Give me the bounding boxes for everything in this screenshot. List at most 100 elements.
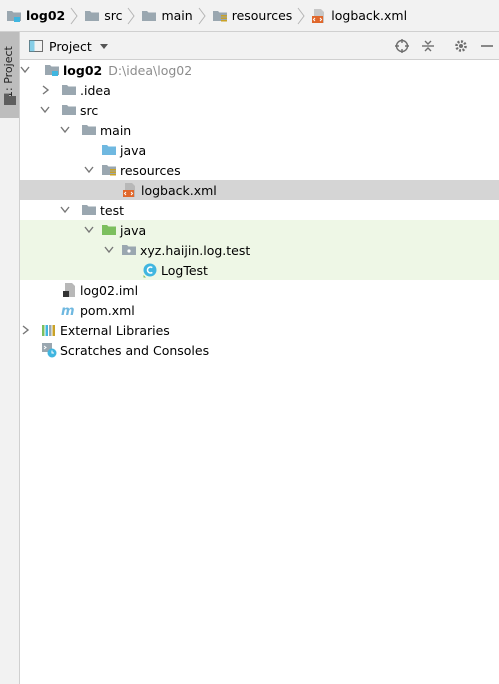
package-icon [122,245,136,255]
root-label: log02 [63,62,103,78]
iml-label: log02.iml [80,282,139,298]
module-folder-icon [45,65,59,76]
tree-row-src[interactable]: src [20,100,499,120]
tree-row-logtest[interactable]: LogTest [20,260,499,280]
breadcrumb-item-resources[interactable]: resources [212,0,293,32]
maven-icon: m [61,304,75,318]
scratches-label: Scratches and Consoles [60,342,210,358]
project-view-icon [29,40,43,52]
project-tool-window-tab[interactable]: 1: Project [0,32,19,118]
library-icon [42,325,55,336]
tree-node-scratches: Scratches and Consoles [41,340,209,360]
tree-node-main: main [81,120,131,140]
tree-node-resources: resources [101,160,181,180]
xml-file-icon [312,8,325,23]
chevron-right-icon[interactable] [20,320,30,340]
java-class-icon [143,263,157,278]
package-label: xyz.haijin.log.test [140,242,251,258]
breadcrumb-label: logback.xml [331,8,408,23]
folder-icon [142,10,157,21]
main-java-label: java [120,142,147,158]
chevron-down-icon[interactable] [60,120,70,140]
tree-row-pom[interactable]: m pom.xml [20,300,499,320]
breadcrumb-separator-icon [198,7,206,24]
breadcrumb-item-src[interactable]: src [84,0,122,32]
scratches-icon [42,343,57,358]
source-folder-icon [102,145,116,155]
breadcrumb-label: src [104,8,123,23]
breadcrumb-item-log02[interactable]: log02 [6,0,65,32]
project-panel-header: Project [20,32,499,60]
module-folder-icon [7,10,21,22]
tree-row-scratches[interactable]: Scratches and Consoles [20,340,499,360]
xml-file-icon [123,183,135,197]
test-folder-icon [102,225,116,235]
tree-row-package[interactable]: xyz.haijin.log.test [20,240,499,260]
tree-node-idea: .idea [61,80,111,100]
folder-icon [62,85,76,95]
tree-node-test: test [81,200,124,220]
resources-label: resources [120,162,181,178]
folder-icon [4,94,16,105]
tree-node-logback-xml: logback.xml [122,180,217,200]
chevron-down-icon[interactable] [104,240,114,260]
tree-node-iml: log02.iml [61,280,138,300]
chevron-down-icon[interactable] [84,160,94,180]
logtest-label: LogTest [161,262,208,278]
main-label: main [100,122,132,138]
test-java-label: java [120,222,147,238]
tree-row-main-java[interactable]: java [20,140,499,160]
iml-file-icon [63,283,75,297]
src-label: src [80,102,99,118]
root-path: D:\idea\log02 [108,62,193,78]
tree-node-src: src [61,100,98,120]
tree-row-main[interactable]: main [20,120,499,140]
tree-node-logtest: LogTest [142,260,208,280]
tree-row-test-java[interactable]: java [20,220,499,240]
breadcrumb-separator-icon [70,7,78,24]
breadcrumb-label: log02 [26,8,66,23]
tree-row-idea[interactable]: .idea [20,80,499,100]
project-view-label: Project [49,38,92,54]
tree-row-resources[interactable]: resources [20,160,499,180]
tree-node-root: log02 D:\idea\log02 [44,60,192,80]
chevron-down-icon[interactable] [60,200,70,220]
breadcrumb-label: resources [231,8,293,23]
project-view-selector[interactable]: Project [28,37,108,55]
tree-node-test-java: java [101,220,146,240]
breadcrumb-separator-icon [297,7,305,24]
chevron-down-icon[interactable] [40,100,50,120]
tree-node-pom: m pom.xml [61,300,135,320]
tool-window-strip: 1: Project [0,32,20,684]
chevron-down-icon[interactable] [20,60,30,80]
navigation-breadcrumb: log02 src main resources logback.xml [0,0,499,32]
chevron-down-icon[interactable] [84,220,94,240]
breadcrumb-item-logback-xml[interactable]: logback.xml [311,0,407,32]
breadcrumb-label: main [161,8,193,23]
tree-row-external-libraries[interactable]: External Libraries [20,320,499,340]
chevron-right-icon[interactable] [40,80,50,100]
resources-folder-icon [102,165,116,176]
logback-label: logback.xml [141,182,217,198]
test-label: test [100,202,125,218]
minimize-icon[interactable] [479,38,495,54]
collapse-all-icon[interactable] [420,38,436,54]
idea-label: .idea [80,82,111,98]
gear-icon[interactable] [453,38,469,54]
folder-icon [85,10,100,21]
tree-node-main-java: java [101,140,146,160]
pom-label: pom.xml [80,302,135,318]
chevron-down-icon [99,43,108,49]
resources-folder-icon [212,10,227,21]
tree-row-iml[interactable]: log02.iml [20,280,499,300]
external-libraries-label: External Libraries [60,322,170,338]
locate-icon[interactable] [394,38,410,54]
breadcrumb-item-main[interactable]: main [141,0,193,32]
tree-node-package: xyz.haijin.log.test [121,240,250,260]
svg-text:m: m [61,304,75,318]
tree-row-test[interactable]: test [20,200,499,220]
folder-icon [82,205,96,215]
tree-row-logback-xml[interactable]: logback.xml [20,180,499,200]
tree-row-root[interactable]: log02 D:\idea\log02 [20,60,499,80]
breadcrumb-separator-icon [128,7,136,24]
